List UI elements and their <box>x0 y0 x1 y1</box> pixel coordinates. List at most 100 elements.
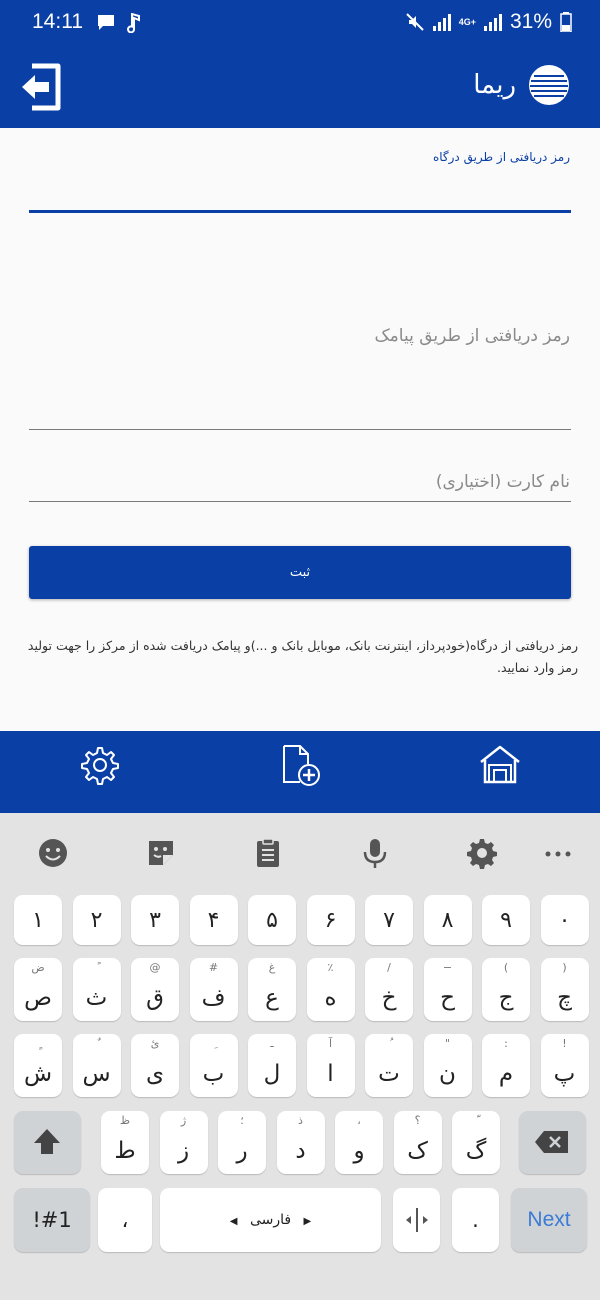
letter-key-label: ث <box>85 985 108 1011</box>
digit-key[interactable]: ۵ <box>248 895 296 945</box>
nav-home-button[interactable] <box>478 743 522 787</box>
digit-key[interactable]: ۰ <box>540 895 589 945</box>
notification-icons <box>96 13 140 33</box>
digit-key[interactable]: ۸ <box>423 895 472 945</box>
space-language-label: فارسی <box>249 1212 292 1228</box>
settings-icon <box>81 747 119 785</box>
cursor-key[interactable] <box>393 1188 440 1252</box>
mute-icon <box>405 13 424 31</box>
letter-key-alt-label: ـ <box>270 1037 274 1050</box>
letter-key-alt-label: آ <box>328 1037 333 1050</box>
letter-key-label: ه <box>324 985 337 1011</box>
letter-key[interactable]: − ح <box>423 958 472 1021</box>
sticker-button[interactable] <box>145 837 177 869</box>
digit-key-label: ۱ <box>32 908 44 933</box>
letter-key[interactable]: ِب <box>189 1034 238 1097</box>
digit-key[interactable]: ۱ <box>14 895 62 945</box>
next-key[interactable]: Next <box>511 1188 587 1252</box>
arrow-left-icon: ◀ <box>229 1216 238 1227</box>
letter-key-alt-label: / <box>387 961 391 974</box>
submit-button[interactable]: ثبت <box>29 546 571 599</box>
letter-key[interactable]: ؟ ک <box>393 1111 442 1174</box>
message-notification-icon <box>98 15 114 30</box>
letter-key-alt-label: " <box>444 1037 451 1050</box>
clipboard-icon <box>257 838 279 867</box>
digit-key-label: ۸ <box>441 908 454 933</box>
period-key[interactable]: . <box>452 1188 499 1252</box>
letter-key[interactable]: ذد <box>276 1111 325 1174</box>
letter-key[interactable]: آا <box>306 1034 355 1097</box>
letter-key[interactable]: # ف <box>189 958 238 1021</box>
app-bar: ریما <box>0 46 600 128</box>
letter-key-alt-label: ئ <box>150 1037 160 1050</box>
space-key-label: ◀ فارسی ▶ <box>160 1212 381 1228</box>
letter-key[interactable]: ًث <box>72 958 121 1021</box>
more-button[interactable] <box>543 837 575 869</box>
letter-key-label: خ <box>381 985 397 1011</box>
letter-key-label: ح <box>440 985 455 1011</box>
letter-key-label: ت <box>378 1061 400 1087</box>
logo-icon <box>529 65 569 105</box>
status-bar: 14:11 4G+ 31% <box>0 0 600 46</box>
letter-key[interactable]: @ ق <box>131 958 179 1021</box>
digit-key[interactable]: ۷ <box>365 895 413 945</box>
letter-key[interactable]: ! پ <box>540 1034 589 1097</box>
home-icon <box>480 745 520 784</box>
letter-key-label: گ <box>465 1138 487 1164</box>
letter-key-label: و <box>353 1138 365 1164</box>
digit-key[interactable]: ۹ <box>482 895 530 945</box>
exit-button[interactable] <box>18 62 62 112</box>
emoji-button[interactable] <box>37 837 69 869</box>
letter-key[interactable]: ُت <box>365 1034 413 1097</box>
letter-key-label: د <box>295 1138 306 1164</box>
letter-key[interactable]: :م <box>482 1034 530 1097</box>
digit-key[interactable]: ۲ <box>72 895 121 945</box>
brand: ریما <box>473 64 570 106</box>
letter-key-label: ک <box>407 1138 428 1164</box>
letter-key[interactable]: ؛ ر <box>218 1111 266 1174</box>
backspace-key[interactable] <box>519 1111 586 1174</box>
next-key-label: Next <box>527 1208 571 1231</box>
symbols-key[interactable]: !#1 <box>14 1188 90 1252</box>
letter-key[interactable]: ـل <box>248 1034 296 1097</box>
letter-key[interactable]: ٌس <box>72 1034 121 1097</box>
nav-add-document-button[interactable] <box>278 743 322 787</box>
clipboard-button[interactable] <box>252 837 284 869</box>
keyboard-settings-button[interactable] <box>466 837 498 869</box>
letter-key[interactable]: ئی <box>131 1034 179 1097</box>
digit-key[interactable]: ۳ <box>131 895 179 945</box>
letter-key[interactable]: ّگ <box>452 1111 500 1174</box>
letter-key-label: پ <box>553 1061 576 1087</box>
gateway-password-label: رمز دریافتی از طریق درگاه <box>432 150 570 164</box>
sms-password-input[interactable] <box>29 429 571 430</box>
letter-key[interactable]: ژز <box>159 1111 208 1174</box>
shift-key[interactable] <box>14 1111 81 1174</box>
letter-key-label: ط <box>114 1138 136 1164</box>
letter-key[interactable]: ٪ ه <box>306 958 355 1021</box>
digit-key[interactable]: ۶ <box>306 895 355 945</box>
arrow-right-icon: ▶ <box>303 1216 312 1227</box>
settings-icon <box>467 839 497 869</box>
letter-key[interactable]: ) چ <box>540 958 589 1021</box>
comma-key[interactable]: ، <box>98 1188 152 1252</box>
digit-key[interactable]: ۴ <box>189 895 238 945</box>
card-name-input[interactable] <box>29 501 571 502</box>
keyboard: ۱۲۳۴۵۶۷۸۹۰ضصًث@ق#فغع٪ه/خ−ح(ج)چٍشٌسئیِبـل… <box>0 813 600 1300</box>
letter-key[interactable]: ٍش <box>14 1034 62 1097</box>
gateway-password-input[interactable] <box>29 210 571 213</box>
digit-key-label: ۲ <box>90 908 103 933</box>
letter-key[interactable]: غع <box>248 958 296 1021</box>
letter-key[interactable]: ظط <box>101 1111 149 1174</box>
letter-key-label: ل <box>263 1061 281 1087</box>
letter-key[interactable]: ، و <box>335 1111 383 1174</box>
space-key[interactable]: ◀ فارسی ▶ <box>160 1188 381 1252</box>
letter-key[interactable]: (ج <box>482 958 530 1021</box>
letter-key-alt-label: غ <box>268 961 276 974</box>
voice-input-button[interactable] <box>359 837 391 869</box>
letter-key-label: ع <box>265 985 279 1011</box>
letter-key[interactable]: " ن <box>423 1034 472 1097</box>
nav-settings-button[interactable] <box>78 743 122 787</box>
letter-key[interactable]: ضص <box>14 958 62 1021</box>
letter-key[interactable]: / خ <box>365 958 413 1021</box>
emoji-icon <box>39 839 67 867</box>
